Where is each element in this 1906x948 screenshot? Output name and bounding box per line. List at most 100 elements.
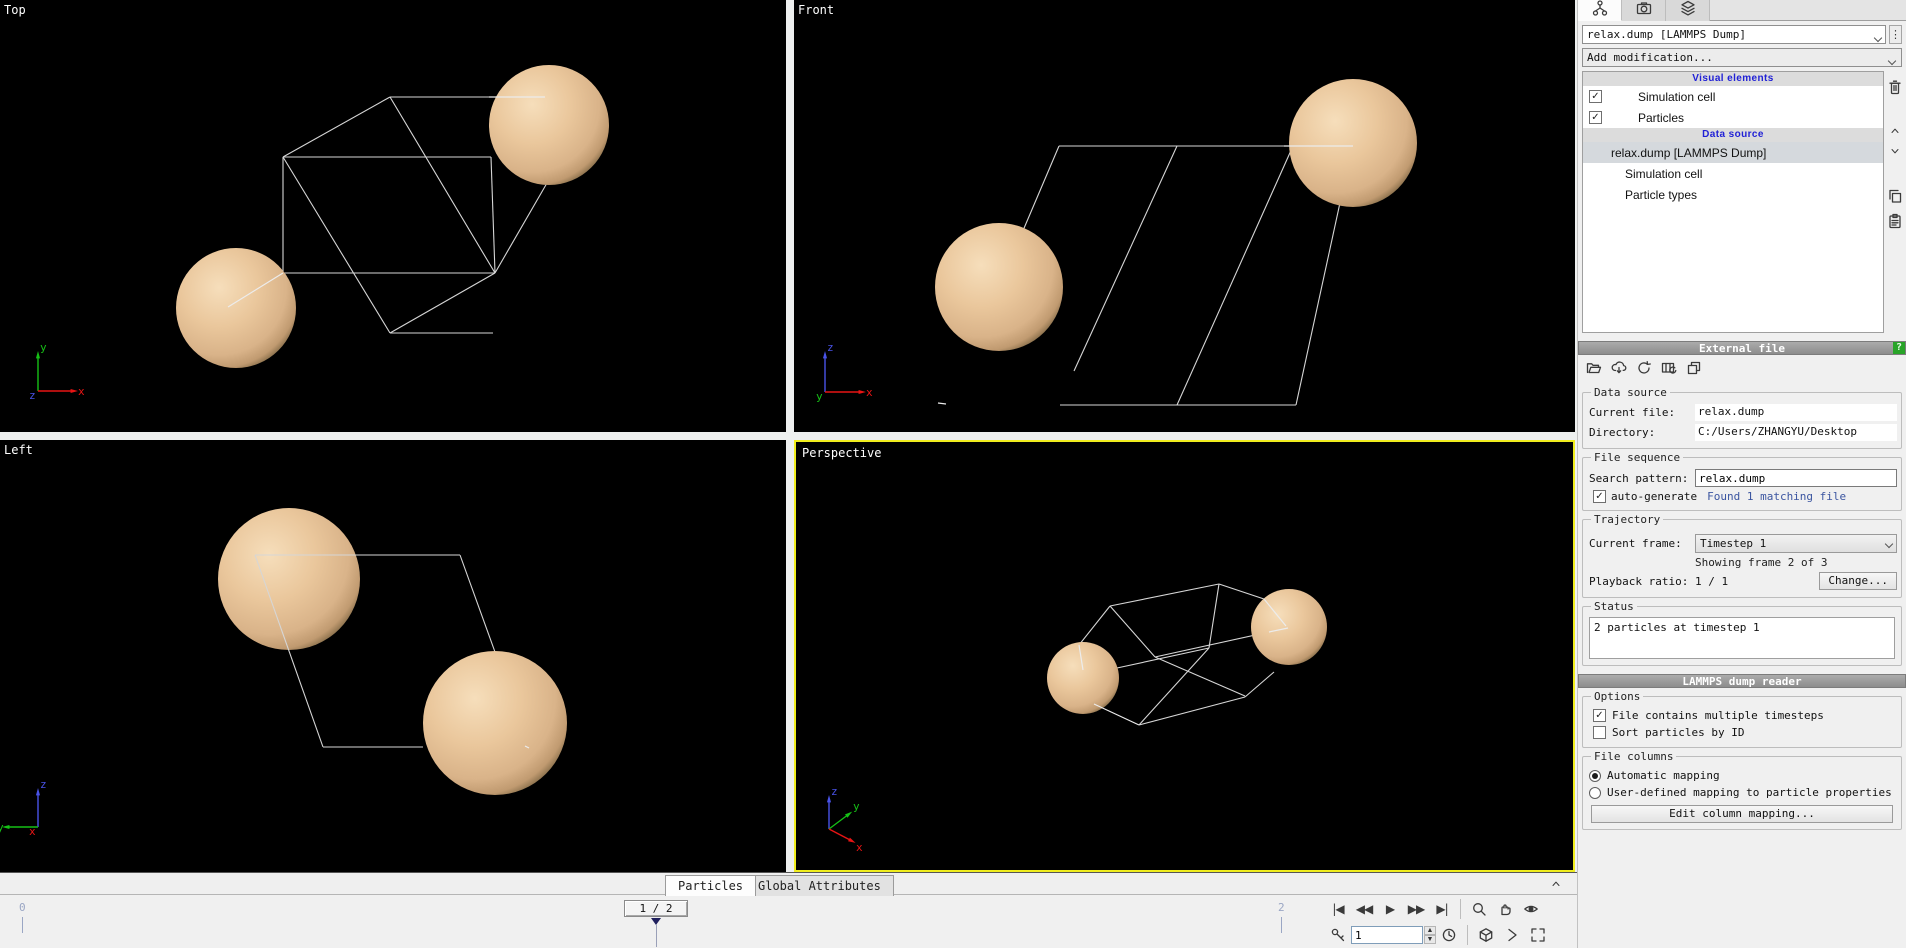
- timeline-tick: [22, 917, 23, 933]
- viewport-perspective[interactable]: Perspective zyx: [794, 440, 1575, 872]
- clipboard-button[interactable]: [1887, 213, 1903, 234]
- multiple-timesteps-label: File contains multiple timesteps: [1612, 709, 1824, 722]
- viewport-top[interactable]: Top yxz: [0, 0, 786, 432]
- simulation-cell-edge: [1219, 584, 1264, 599]
- automatic-mapping-radio[interactable]: [1589, 770, 1601, 782]
- pipeline-item-label: Simulation cell: [1638, 90, 1715, 104]
- orbit-tool-button[interactable]: [1518, 898, 1544, 920]
- simulation-cell-edge: [1139, 648, 1209, 725]
- timeline-frame-slider[interactable]: 1 / 2: [624, 900, 688, 917]
- pipeline-list-item[interactable]: Simulation cell: [1583, 163, 1883, 184]
- axis-label: z: [831, 785, 838, 798]
- viewport-label[interactable]: Front: [798, 3, 834, 17]
- tab-overlays[interactable]: [1666, 0, 1710, 21]
- particle-sphere: [935, 223, 1063, 351]
- particle-sphere: [218, 508, 360, 650]
- play-button[interactable]: ▶: [1377, 898, 1403, 920]
- pipeline-list-item[interactable]: relax.dump [LAMMPS Dump]: [1583, 142, 1883, 163]
- skip-back-button[interactable]: ◀◀: [1351, 898, 1377, 920]
- simulation-cell-edge: [283, 97, 390, 157]
- edit-column-mapping-button[interactable]: Edit column mapping...: [1591, 805, 1893, 823]
- visibility-checkbox[interactable]: ✓: [1589, 111, 1602, 124]
- simulation-cell-edge: [1155, 632, 1269, 657]
- current-file-value: relax.dump: [1695, 404, 1897, 421]
- user-mapping-label: User-defined mapping to particle propert…: [1607, 786, 1892, 799]
- pipeline-list-toolbar: [1884, 71, 1906, 333]
- reload-button[interactable]: [1636, 360, 1652, 381]
- bottom-bar: Particles Global Attributes 0 2 1 / 2 |◀…: [0, 872, 1577, 948]
- cloud-download-button[interactable]: [1611, 360, 1627, 381]
- particle-sphere: [1251, 589, 1327, 665]
- timeline[interactable]: 0 2 1 / 2 |◀◀◀▶▶▶▶| ▲▼: [0, 895, 1577, 947]
- jump-to-end-button[interactable]: ▶|: [1429, 898, 1455, 920]
- stack-button[interactable]: [1686, 360, 1702, 381]
- sort-by-id-checkbox[interactable]: [1593, 726, 1606, 739]
- change-button[interactable]: Change...: [1819, 572, 1897, 590]
- simulation-cell-edge: [938, 403, 946, 404]
- reload-frames-button[interactable]: [1661, 360, 1677, 381]
- tab-global-attributes[interactable]: Global Attributes: [745, 875, 894, 896]
- add-modification-dropdown[interactable]: Add modification...: [1582, 48, 1902, 67]
- folder-open-button[interactable]: [1586, 360, 1602, 381]
- pipeline-list-section-header: Data source: [1583, 128, 1883, 142]
- skip-forward-button[interactable]: ▶▶: [1403, 898, 1429, 920]
- simulation-cell-edge: [390, 273, 495, 333]
- pipeline-list-item[interactable]: ✓ Simulation cell: [1583, 86, 1883, 107]
- visibility-checkbox[interactable]: ✓: [1589, 90, 1602, 103]
- viewport-front[interactable]: Front zxy: [794, 0, 1575, 432]
- axis-label: z: [40, 778, 47, 791]
- viewport-label[interactable]: Perspective: [802, 446, 881, 460]
- pipeline-menu-button[interactable]: ⋮: [1889, 25, 1902, 44]
- current-frame-dropdown[interactable]: Timestep 1: [1695, 534, 1897, 553]
- user-mapping-radio[interactable]: [1589, 787, 1601, 799]
- auto-generate-checkbox[interactable]: ✓: [1593, 490, 1606, 503]
- spinner-arrows[interactable]: ▲▼: [1424, 926, 1436, 944]
- multiple-timesteps-checkbox[interactable]: ✓: [1593, 709, 1606, 722]
- zoom-tool-button[interactable]: [1466, 898, 1492, 920]
- tab-particles[interactable]: Particles: [665, 875, 756, 896]
- group-label: File columns: [1591, 750, 1676, 763]
- simulation-cell-edge: [390, 97, 495, 273]
- timeline-start-label: 0: [19, 901, 26, 914]
- automatic-mapping-label: Automatic mapping: [1607, 769, 1720, 782]
- status-box: 2 particles at timestep 1: [1589, 617, 1895, 659]
- animation-time-button[interactable]: [1436, 924, 1462, 946]
- trash-button[interactable]: [1887, 79, 1903, 100]
- data-source-group: Data source Current file: relax.dump Dir…: [1582, 392, 1902, 449]
- axis-label: y: [853, 800, 860, 813]
- viewport-left[interactable]: Left zyx: [0, 440, 786, 872]
- viewport-label[interactable]: Left: [4, 443, 33, 457]
- viewport-area: Top yxz Front zxy Left zyx Perspective z…: [0, 0, 1577, 872]
- render-button[interactable]: [1499, 924, 1525, 946]
- camera-icon: [1636, 0, 1652, 21]
- collapse-panel-button[interactable]: [1547, 877, 1565, 892]
- maximize-viewport-button[interactable]: [1525, 924, 1551, 946]
- pipeline-selector-dropdown[interactable]: relax.dump [LAMMPS Dump]: [1582, 25, 1886, 44]
- layers-icon: [1680, 0, 1696, 21]
- scene-mode-button[interactable]: [1473, 924, 1499, 946]
- pipeline-list-item[interactable]: ✓Particles: [1583, 107, 1883, 128]
- help-button[interactable]: ?: [1893, 342, 1905, 354]
- auto-generate-label: auto-generate: [1611, 490, 1697, 503]
- tab-pipelines[interactable]: [1578, 0, 1622, 21]
- external-file-toolbar: [1578, 355, 1906, 384]
- match-info: Found 1 matching file: [1707, 490, 1846, 503]
- copy-button[interactable]: [1887, 188, 1903, 209]
- simulation-cell-edge: [1094, 704, 1139, 725]
- viewport-label[interactable]: Top: [4, 3, 26, 17]
- chevron-down-button[interactable]: [1889, 144, 1901, 162]
- chevron-up-button[interactable]: [1889, 124, 1901, 142]
- pan-tool-button[interactable]: [1492, 898, 1518, 920]
- group-label: File sequence: [1591, 451, 1683, 464]
- pipeline-list-item[interactable]: Particle types: [1583, 184, 1883, 205]
- search-pattern-input[interactable]: [1695, 469, 1897, 487]
- directory-label: Directory:: [1587, 426, 1695, 439]
- external-file-title: External file: [1699, 342, 1785, 355]
- chevron-down-icon: [1875, 35, 1882, 42]
- frame-spinner-input[interactable]: [1351, 926, 1423, 944]
- particle-sphere: [1047, 642, 1119, 714]
- frame-spinner[interactable]: ▲▼: [1351, 925, 1436, 945]
- tab-rendering[interactable]: [1622, 0, 1666, 21]
- animation-settings-button[interactable]: [1325, 924, 1351, 946]
- jump-to-start-button[interactable]: |◀: [1325, 898, 1351, 920]
